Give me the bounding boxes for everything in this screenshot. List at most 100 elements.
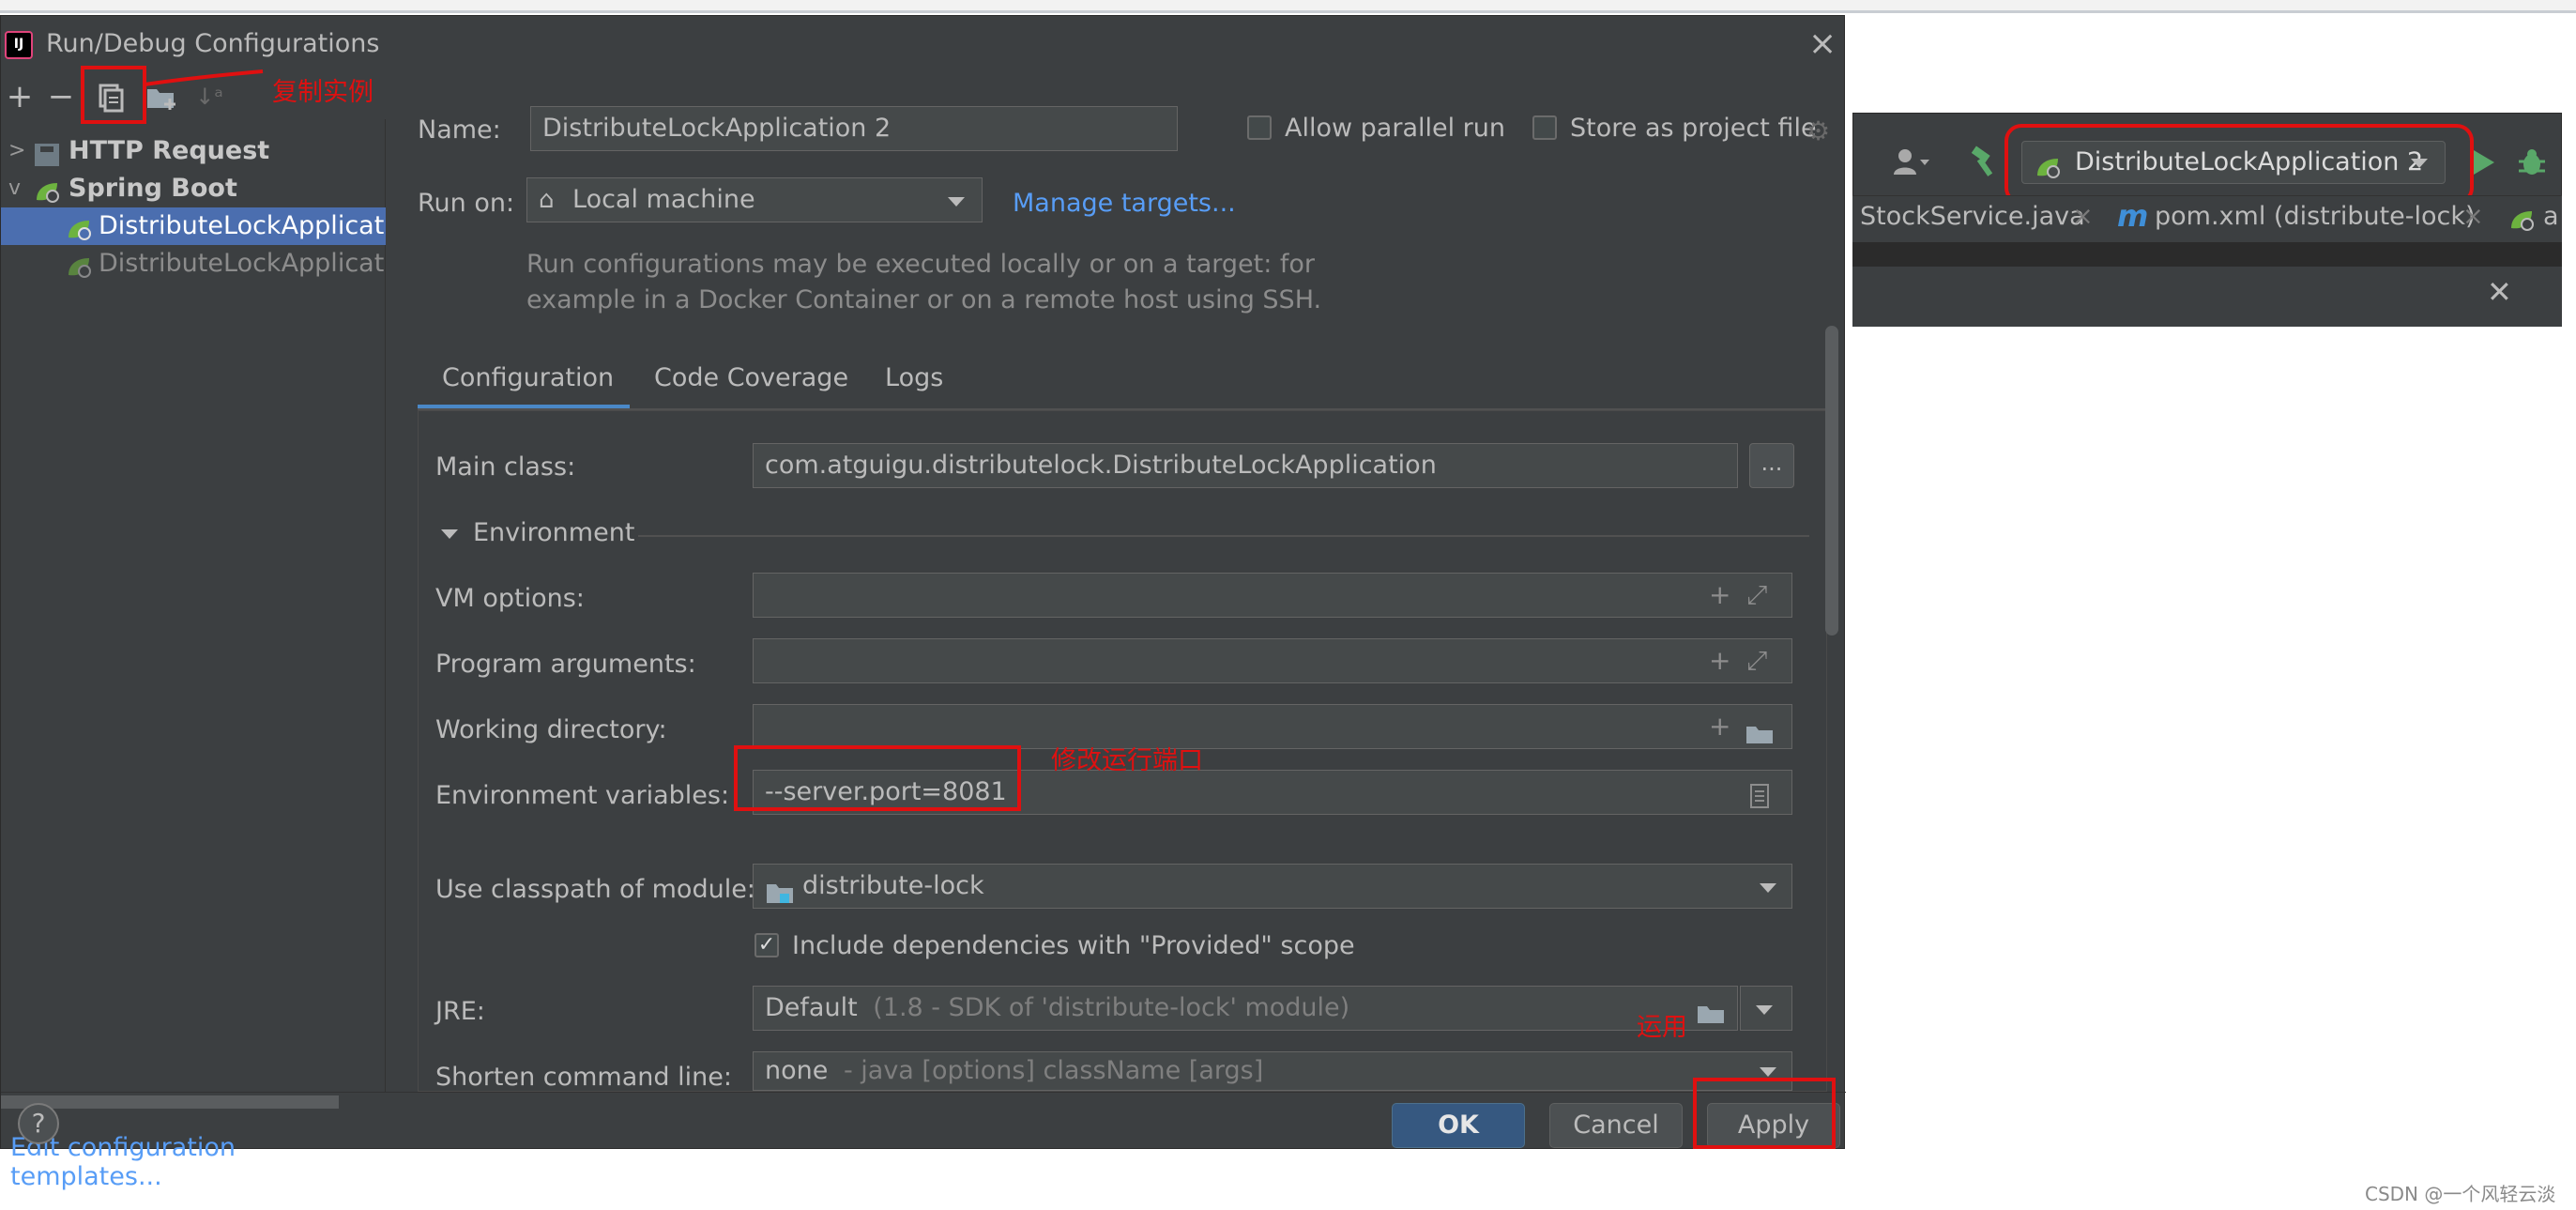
environment-variables-label: Environment variables: [435, 781, 730, 810]
spring-boot-icon [67, 215, 93, 240]
collapse-environment-icon[interactable] [441, 529, 458, 539]
editor-tab-stockservice[interactable]: StockService.java [1860, 202, 2085, 231]
editor-tab-pom[interactable]: pom.xml (distribute-lock) [2155, 202, 2476, 231]
shorten-hint: - java [options] className [args] [843, 1056, 1264, 1085]
tab-code-coverage[interactable]: Code Coverage [654, 363, 848, 392]
tree-item-label: DistributeLockApplicatio [99, 249, 386, 278]
run-on-label: Run on: [418, 189, 515, 218]
include-provided-checkbox[interactable]: ✓ [755, 933, 779, 957]
vm-options-input[interactable]: + ⤢ [753, 573, 1792, 618]
folder-icon[interactable] [1745, 716, 1775, 748]
jre-dropdown-button[interactable] [1740, 986, 1792, 1031]
chevron-down-icon: v [8, 176, 22, 200]
tree-item-label: Spring Boot [69, 174, 237, 203]
environment-section-label: Environment [473, 518, 635, 547]
spring-boot-icon [35, 177, 61, 203]
tree-item-spring-boot[interactable]: v Spring Boot [1, 170, 386, 207]
working-directory-input[interactable]: + [753, 704, 1792, 749]
user-icon[interactable] [1892, 146, 1929, 182]
tree-item-label: DistributeLockApplicatio [99, 211, 386, 240]
plus-icon[interactable]: + [1709, 639, 1730, 682]
manage-targets-link[interactable]: Manage targets... [1013, 189, 1236, 218]
include-provided-label: Include dependencies with "Provided" sco… [792, 931, 1355, 960]
annotation-arrow [144, 69, 264, 86]
ide-popup-bar: ✕ [1852, 267, 2562, 327]
jre-label: JRE: [435, 997, 485, 1026]
run-on-note-line2: example in a Docker Container or on a re… [526, 285, 1322, 314]
chevron-down-icon [1756, 1005, 1773, 1015]
store-project-checkbox[interactable] [1532, 115, 1557, 140]
spring-boot-icon [67, 253, 93, 278]
tree-item-distributelock-2[interactable]: DistributeLockApplicatio [1, 207, 386, 245]
copy-button-highlight [81, 66, 146, 124]
shorten-command-line-select[interactable]: none - java [options] className [args] [753, 1051, 1792, 1091]
remove-config-button[interactable]: − [42, 74, 80, 119]
name-label: Name: [418, 115, 501, 145]
ok-button[interactable]: OK [1392, 1103, 1525, 1148]
plus-icon[interactable]: + [1709, 574, 1730, 617]
vm-options-label: VM options: [435, 584, 585, 613]
plus-icon[interactable]: + [1709, 705, 1730, 748]
annotation-modify-port: 修改运行端口 [1051, 746, 1203, 775]
tab-configuration[interactable]: Configuration [442, 363, 614, 392]
home-icon: ⌂ [539, 186, 555, 214]
environment-divider [638, 535, 1809, 537]
tree-item-http-request[interactable]: > HTTP Request [1, 132, 386, 170]
run-on-note-line1: Run configurations may be executed local… [526, 250, 1316, 279]
classpath-module-value: distribute-lock [802, 871, 984, 900]
editor-tab-app[interactable]: a [2543, 202, 2559, 231]
expand-icon[interactable]: ⤢ [1746, 639, 1767, 682]
close-icon[interactable]: × [1808, 25, 1837, 63]
browse-main-class-button[interactable]: ... [1749, 443, 1794, 488]
expand-icon[interactable]: ⤢ [1746, 574, 1767, 617]
shorten-command-line-label: Shorten command line: [435, 1063, 732, 1092]
tab-logs[interactable]: Logs [885, 363, 943, 392]
name-input[interactable]: DistributeLockApplication 2 [530, 106, 1178, 151]
tree-item-distributelock[interactable]: DistributeLockApplicatio [1, 245, 386, 283]
classpath-module-select[interactable]: distribute-lock [753, 864, 1792, 909]
jre-select[interactable]: Default (1.8 - SDK of 'distribute-lock' … [753, 986, 1738, 1031]
env-vars-highlight [734, 745, 1021, 811]
cancel-button[interactable]: Cancel [1549, 1103, 1683, 1148]
run-icon[interactable] [2470, 148, 2496, 180]
add-config-button[interactable]: + [1, 74, 38, 119]
classpath-module-label: Use classpath of module: [435, 875, 755, 904]
shorten-value: none [765, 1056, 829, 1085]
build-hammer-icon[interactable] [1969, 145, 2001, 182]
form-vertical-scrollbar[interactable] [1825, 326, 1838, 636]
chevron-down-icon [948, 197, 965, 207]
annotation-copy-instance: 复制实例 [272, 78, 373, 107]
tree-item-label: HTTP Request [69, 136, 270, 165]
checkmark-icon: ✓ [757, 933, 776, 957]
program-arguments-input[interactable]: + ⤢ [753, 638, 1792, 683]
tab-close-icon[interactable]: × [2462, 202, 2484, 231]
allow-parallel-label: Allow parallel run [1285, 114, 1506, 143]
close-icon[interactable]: ✕ [2487, 274, 2512, 310]
dialog-titlebar: IJ Run/Debug Configurations × [1, 16, 1846, 74]
run-on-value: Local machine [572, 185, 755, 214]
run-on-select[interactable]: ⌂ Local machine [526, 177, 983, 222]
store-project-label: Store as project file [1570, 114, 1817, 143]
jre-hint: (1.8 - SDK of 'distribute-lock' module) [873, 993, 1350, 1022]
folder-icon[interactable] [1696, 996, 1726, 1030]
maven-icon: m [2117, 198, 2149, 234]
config-form: Name: DistributeLockApplication 2 Allow … [386, 74, 1846, 1092]
debug-bug-icon[interactable] [2517, 146, 2547, 182]
gear-icon[interactable]: ⚙ [1806, 115, 1830, 146]
chevron-down-icon [1760, 883, 1776, 893]
chevron-right-icon: > [8, 139, 26, 162]
chevron-down-icon [1760, 1067, 1776, 1077]
run-debug-dialog: IJ Run/Debug Configurations × + − ↓ᵃ > H… [0, 15, 1846, 1191]
apply-button-highlight [1693, 1078, 1836, 1149]
allow-parallel-checkbox[interactable] [1247, 115, 1272, 140]
main-class-input[interactable]: com.atguigu.distributelock.DistributeLoc… [753, 443, 1738, 488]
csdn-watermark: CSDN @一个风轻云淡 [2365, 1183, 2556, 1205]
run-config-highlight [2004, 124, 2474, 205]
intellij-app-icon: IJ [5, 31, 33, 59]
help-button[interactable]: ? [18, 1103, 59, 1144]
module-icon [765, 876, 795, 908]
program-arguments-label: Program arguments: [435, 650, 696, 679]
tab-close-icon[interactable]: × [2072, 202, 2094, 231]
top-strip [0, 0, 2576, 13]
edit-list-icon[interactable] [1748, 780, 1773, 814]
